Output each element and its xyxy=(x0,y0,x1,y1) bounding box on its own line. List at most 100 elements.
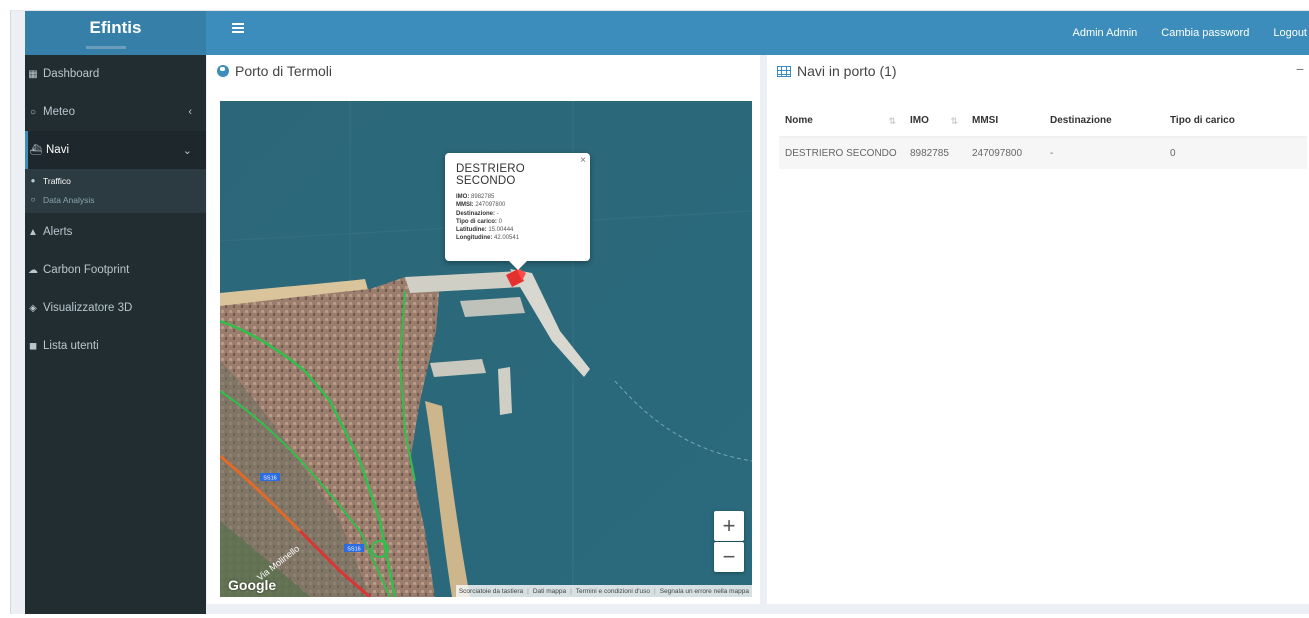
road-badge-ss16: SS16 xyxy=(263,476,276,482)
sidebar-item-alerts[interactable]: ▲ Alerts xyxy=(25,213,206,251)
circle-icon: ○ xyxy=(30,195,36,204)
sidebar-item-label: Navi xyxy=(46,144,70,156)
popup-value: 0 xyxy=(498,218,502,225)
google-logo: Google xyxy=(228,577,277,593)
popup-row-cargo: Tipo di carico: 0 xyxy=(456,218,580,226)
sidebar-item-label: Carbon Footprint xyxy=(43,264,130,276)
popup-ship-name: DESTRIERO SECONDO xyxy=(456,163,525,187)
globe-icon xyxy=(217,65,229,77)
cell-nome: DESTRIERO SECONDO xyxy=(779,137,904,169)
sidebar-item-label: Visualizzatore 3D xyxy=(43,302,133,314)
logout-link[interactable]: Logout xyxy=(1273,27,1307,39)
terms-link[interactable]: Termini e condizioni d'uso xyxy=(576,588,650,595)
popup-label: IMO: xyxy=(456,194,470,200)
brand-underline xyxy=(86,46,126,49)
column-header-imo[interactable]: IMO ⇅ xyxy=(904,105,966,138)
submenu-item-data-analysis[interactable]: ○ Data Analysis xyxy=(25,190,206,209)
popup-row-imo: IMO: 8982785 xyxy=(456,193,580,201)
sidebar-item-label: Alerts xyxy=(43,226,73,238)
map-attribution-bar: Scorciatoie da tastiera | Dati mappa | T… xyxy=(455,585,752,597)
sidebar-item-label: Meteo xyxy=(43,106,75,118)
meteo-icon: ○ xyxy=(29,106,37,118)
sort-icon: ⇅ xyxy=(950,116,958,126)
column-header-destinazione[interactable]: Destinazione xyxy=(1044,105,1164,138)
cell-mmsi: 247097800 xyxy=(966,137,1044,169)
warning-icon: ▲ xyxy=(28,226,38,238)
filled-circle-icon: ● xyxy=(30,176,36,185)
sidebar-item-label: Lista utenti xyxy=(43,340,99,352)
app-frame: Admin Admin Cambia password Logout Efint… xyxy=(10,10,1309,614)
popup-value: 15.00444 xyxy=(488,227,514,234)
table-icon xyxy=(777,65,791,77)
popup-value: 42.00541 xyxy=(494,235,520,242)
popup-label: Destinazione: xyxy=(456,210,496,217)
sidebar-item-label: Dashboard xyxy=(43,68,100,80)
popup-label: MMSI: xyxy=(456,202,474,209)
column-label: Tipo di carico xyxy=(1170,115,1235,126)
popup-row-latitude: Latitudine: 15.00444 xyxy=(456,226,580,234)
table-header-row: Nome ⇅ IMO ⇅ MMSI Destinazione Tipo di car… xyxy=(779,105,1307,138)
dashboard-icon: ▦ xyxy=(28,68,38,80)
column-label: IMO xyxy=(910,115,929,126)
map-panel-header: Porto di Termoli xyxy=(217,63,332,79)
column-label: Nome xyxy=(785,115,813,126)
map-data-link[interactable]: Dati mappa xyxy=(533,588,566,595)
popup-value: 247097800 xyxy=(475,202,506,209)
separator: | xyxy=(654,587,656,595)
ships-table: Nome ⇅ IMO ⇅ MMSI Destinazione Tipo di car… xyxy=(779,105,1307,169)
popup-value: - xyxy=(496,210,499,217)
column-label: MMSI xyxy=(972,115,999,126)
zoom-in-button[interactable]: + xyxy=(714,511,744,541)
sidebar-item-visualizzatore-3d[interactable]: ◈ Visualizzatore 3D xyxy=(25,289,206,327)
chevron-down-icon: ⌄ xyxy=(182,144,192,157)
top-links: Admin Admin Cambia password Logout xyxy=(1072,11,1309,55)
chevron-left-icon: ‹ xyxy=(188,106,192,118)
cube-icon: ◈ xyxy=(29,302,37,314)
map-panel-title: Porto di Termoli xyxy=(235,63,333,79)
sidebar-item-carbon-footprint[interactable]: ☁ Carbon Footprint xyxy=(25,251,206,289)
hamburger-icon[interactable] xyxy=(232,23,244,33)
submenu-item-label: Traffico xyxy=(43,175,71,186)
zoom-out-button[interactable]: − xyxy=(714,542,744,572)
keyboard-shortcuts-link[interactable]: Scorciatoie da tastiera xyxy=(459,588,523,595)
map-view[interactable]: SS16 SS16 Via Molinello × DESTRIERO SECO… xyxy=(220,101,752,597)
sidebar-item-lista-utenti[interactable]: ◼ Lista utenti xyxy=(25,327,206,365)
separator: | xyxy=(527,587,529,595)
sidebar-item-navi[interactable]: ⛴ Navi ⌄ xyxy=(25,131,206,169)
table-panel-title: Navi in porto (1) xyxy=(797,63,897,79)
navi-submenu: ● Traffico ○ Data Analysis xyxy=(25,169,206,213)
sort-icon: ⇅ xyxy=(888,116,896,126)
map-panel: Porto di Termoli SS16 SS16 Via Molinello… xyxy=(207,55,760,604)
ships-table-panel: Navi in porto (1) − Nome ⇅ IMO ⇅ MMSI Dest… xyxy=(767,55,1309,604)
users-icon: ◼ xyxy=(28,340,38,352)
cell-imo: 8982785 xyxy=(904,137,966,169)
cloud-icon: ☁ xyxy=(28,264,38,276)
ship-info-popup: × DESTRIERO SECONDO IMO: 8982785 MMSI: 2… xyxy=(445,153,590,270)
separator: | xyxy=(570,587,572,595)
popup-row-mmsi: MMSI: 247097800 xyxy=(456,201,580,209)
sidebar-item-meteo[interactable]: ○ Meteo ‹ xyxy=(25,93,206,131)
report-error-link[interactable]: Segnala un errore nella mappa xyxy=(660,588,749,595)
popup-value: 8982785 xyxy=(471,194,495,200)
submenu-item-label: Data Analysis xyxy=(43,194,95,205)
table-row[interactable]: DESTRIERO SECONDO 8982785 247097800 - 0 xyxy=(779,137,1307,169)
column-header-mmsi[interactable]: MMSI xyxy=(966,105,1044,138)
column-label: Destinazione xyxy=(1050,115,1112,126)
table-panel-header: Navi in porto (1) xyxy=(777,63,897,79)
popup-row-destination: Destinazione: - xyxy=(456,210,580,218)
close-icon[interactable]: × xyxy=(580,155,586,166)
popup-label: Latitudine: xyxy=(456,227,487,234)
column-header-tipo-di-carico[interactable]: Tipo di carico xyxy=(1164,105,1307,138)
sidebar-item-dashboard[interactable]: ▦ Dashboard xyxy=(25,55,206,93)
submenu-item-traffico[interactable]: ● Traffico xyxy=(25,171,206,190)
popup-row-longitude: Longitudine: 42.00541 xyxy=(456,234,580,242)
collapse-button[interactable]: − xyxy=(1296,61,1304,77)
ship-icon: ⛴ xyxy=(29,144,43,156)
popup-label: Longitudine: xyxy=(456,235,493,242)
popup-label: Tipo di carico: xyxy=(456,218,497,225)
change-password-link[interactable]: Cambia password xyxy=(1161,27,1249,39)
road-badge-ss16: SS16 xyxy=(347,547,360,553)
user-menu[interactable]: Admin Admin xyxy=(1072,27,1137,39)
sidebar: ▦ Dashboard ○ Meteo ‹ ⛴ Navi ⌄ ● Traffic… xyxy=(25,55,206,614)
column-header-nome[interactable]: Nome ⇅ xyxy=(779,105,904,138)
